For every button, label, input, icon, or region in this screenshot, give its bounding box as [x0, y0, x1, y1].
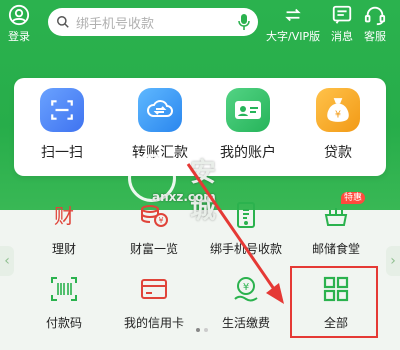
annotation-arrow-icon	[186, 163, 284, 304]
